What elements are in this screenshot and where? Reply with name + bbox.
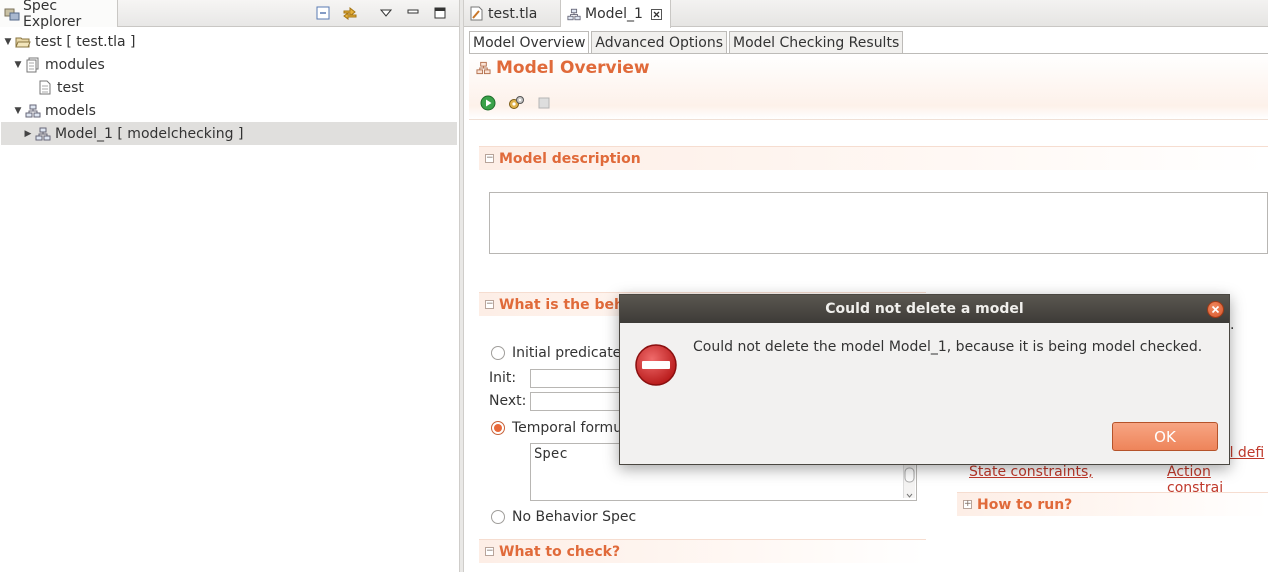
spec-explorer-tabbar: Spec Explorer xyxy=(0,0,459,30)
view-menu-button[interactable] xyxy=(377,4,395,22)
spec-explorer-view: Spec Explorer ▼ test [ test.tla ] ▼ modu… xyxy=(0,0,459,572)
form-title: Model Overview xyxy=(476,58,650,78)
form-page-tabs: Model Overview Advanced Options Model Ch… xyxy=(469,31,905,53)
tree-item-module-test[interactable]: test xyxy=(2,76,243,99)
section-title: What to check? xyxy=(499,543,621,560)
initial-predicate-radio[interactable] xyxy=(491,346,505,360)
maximize-view-button[interactable] xyxy=(431,4,449,22)
model-description-input[interactable] xyxy=(489,192,1268,254)
tree-item-label: models xyxy=(45,102,96,119)
minimize-view-button[interactable] xyxy=(404,4,422,22)
tree-item-label: Model_1 [ modelchecking ] xyxy=(55,125,244,142)
folder-open-icon xyxy=(14,34,32,50)
tla-file-icon xyxy=(470,6,484,21)
expand-twisty-icon[interactable]: + xyxy=(963,500,972,509)
tree-item-modules[interactable]: ▼ modules xyxy=(2,53,243,76)
modules-icon xyxy=(24,57,42,73)
dialog-message: Could not delete the model Model_1, beca… xyxy=(693,339,1203,355)
dialog-title: Could not delete a model xyxy=(825,301,1024,317)
model-editor: test.tla Model_1 Model Overview Advanced… xyxy=(464,0,1268,572)
page-tab-advanced-options[interactable]: Advanced Options xyxy=(591,31,728,53)
editor-tabbar: test.tla Model_1 xyxy=(464,0,1268,28)
section-what-to-check[interactable]: − What to check? xyxy=(479,539,926,563)
spec-explorer-tab-label: Spec Explorer xyxy=(23,0,82,30)
temporal-formula-value: Spec xyxy=(534,446,568,462)
collapse-twisty-icon[interactable]: − xyxy=(485,300,494,309)
ok-button[interactable]: OK xyxy=(1112,422,1218,451)
right-column-text-fragment: . xyxy=(1230,317,1235,333)
link-with-editor-icon xyxy=(343,6,357,20)
tree-item-label: test [ test.tla ] xyxy=(35,33,136,50)
spec-tree: ▼ test [ test.tla ] ▼ modules test ▼ mod… xyxy=(2,30,244,145)
tab-model-1[interactable]: Model_1 xyxy=(561,0,671,28)
error-dialog: Could not delete a model Could not delet… xyxy=(619,294,1230,465)
expanded-triangle-icon[interactable]: ▼ xyxy=(12,106,24,116)
dialog-titlebar[interactable]: Could not delete a model xyxy=(620,295,1229,323)
form-title-text: Model Overview xyxy=(496,58,650,78)
page-tab-model-overview[interactable]: Model Overview xyxy=(469,31,590,53)
close-icon xyxy=(1211,305,1220,314)
collapse-twisty-icon[interactable]: − xyxy=(485,547,494,556)
model-icon xyxy=(34,126,52,142)
init-label: Init: xyxy=(489,370,517,386)
section-title: Model description xyxy=(499,150,641,167)
collapse-twisty-icon[interactable]: − xyxy=(485,154,494,163)
minimize-icon xyxy=(407,9,419,14)
section-title: What is the beha xyxy=(499,296,634,313)
chevron-down-icon xyxy=(380,9,392,17)
section-model-description[interactable]: − Model description xyxy=(479,146,1268,170)
no-behavior-option[interactable]: No Behavior Spec xyxy=(491,509,636,525)
section-title: How to run? xyxy=(977,496,1073,513)
tab-label: test.tla xyxy=(488,5,538,22)
page-tab-model-checking-results[interactable]: Model Checking Results xyxy=(729,31,904,53)
model-icon xyxy=(476,61,491,75)
initial-predicate-label: Initial predicate xyxy=(512,345,622,361)
section-how-to-run[interactable]: + How to run? xyxy=(957,492,1268,516)
tab-label: Model_1 xyxy=(585,6,643,22)
temporal-formula-radio[interactable] xyxy=(491,421,505,435)
run-icon xyxy=(480,95,496,111)
link-with-editor-button[interactable] xyxy=(341,4,359,22)
expanded-triangle-icon[interactable]: ▼ xyxy=(2,37,14,47)
file-icon xyxy=(36,80,54,96)
model-icon xyxy=(567,8,581,21)
tree-item-models[interactable]: ▼ models xyxy=(2,99,243,122)
temporal-formula-label: Temporal formu xyxy=(512,420,623,436)
tab-test-tla[interactable]: test.tla xyxy=(464,0,561,27)
next-label: Next: xyxy=(489,393,527,409)
state-constraints-link[interactable]: State constraints, xyxy=(969,464,1093,480)
dialog-close-button[interactable] xyxy=(1207,301,1224,318)
spec-explorer-tab[interactable]: Spec Explorer xyxy=(0,0,118,30)
stop-button[interactable] xyxy=(535,95,553,111)
collapse-all-button[interactable] xyxy=(314,4,332,22)
tree-item-label: test xyxy=(57,79,84,96)
error-stop-icon xyxy=(634,343,678,391)
close-tab-icon[interactable] xyxy=(650,8,662,20)
initial-predicate-option[interactable]: Initial predicate xyxy=(491,345,621,361)
run-tlc-button[interactable] xyxy=(479,95,497,111)
stop-icon xyxy=(538,97,550,109)
no-behavior-label: No Behavior Spec xyxy=(512,509,637,525)
tree-item-model-1[interactable]: ▶ Model_1 [ modelchecking ] xyxy=(2,122,244,145)
collapsed-triangle-icon[interactable]: ▶ xyxy=(22,129,34,139)
validate-model-button[interactable] xyxy=(507,95,525,111)
no-behavior-radio[interactable] xyxy=(491,510,505,524)
tree-item-spec-test[interactable]: ▼ test [ test.tla ] xyxy=(2,30,243,53)
temporal-formula-option[interactable]: Temporal formu xyxy=(491,420,622,436)
tree-item-label: modules xyxy=(45,56,105,73)
expanded-triangle-icon[interactable]: ▼ xyxy=(12,60,24,70)
models-icon xyxy=(24,103,42,119)
collapse-all-icon xyxy=(316,6,330,20)
gears-icon xyxy=(508,96,524,109)
maximize-icon xyxy=(434,7,446,19)
spec-explorer-icon xyxy=(4,6,20,22)
